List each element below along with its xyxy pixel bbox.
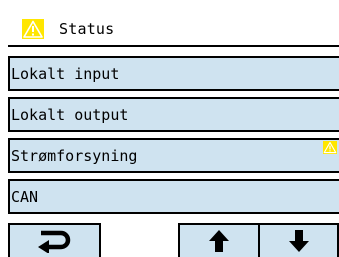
arrow-down-icon	[288, 230, 309, 252]
warning-badge-icon	[323, 141, 337, 154]
menu-item-lokalt-input[interactable]: Lokalt input	[8, 56, 339, 91]
scroll-down-button[interactable]	[258, 223, 339, 257]
return-icon	[37, 230, 70, 253]
warning-icon	[22, 19, 44, 39]
status-screen: Status Lokalt input Lokalt output Strømf…	[0, 0, 339, 257]
scroll-up-button[interactable]	[178, 223, 260, 257]
menu-item-label: Strømforsyning	[11, 146, 138, 165]
menu-item-label: CAN	[11, 187, 39, 206]
back-button[interactable]	[8, 223, 101, 257]
header-bar: Status	[8, 13, 339, 47]
menu-item-label: Lokalt output	[11, 105, 129, 124]
menu-item-can[interactable]: CAN	[8, 179, 339, 214]
menu-item-stromforsyning[interactable]: Strømforsyning	[8, 138, 339, 173]
menu-item-lokalt-output[interactable]: Lokalt output	[8, 97, 339, 132]
menu-item-label: Lokalt input	[11, 64, 120, 83]
arrow-up-icon	[209, 230, 229, 252]
page-title: Status	[59, 20, 115, 38]
